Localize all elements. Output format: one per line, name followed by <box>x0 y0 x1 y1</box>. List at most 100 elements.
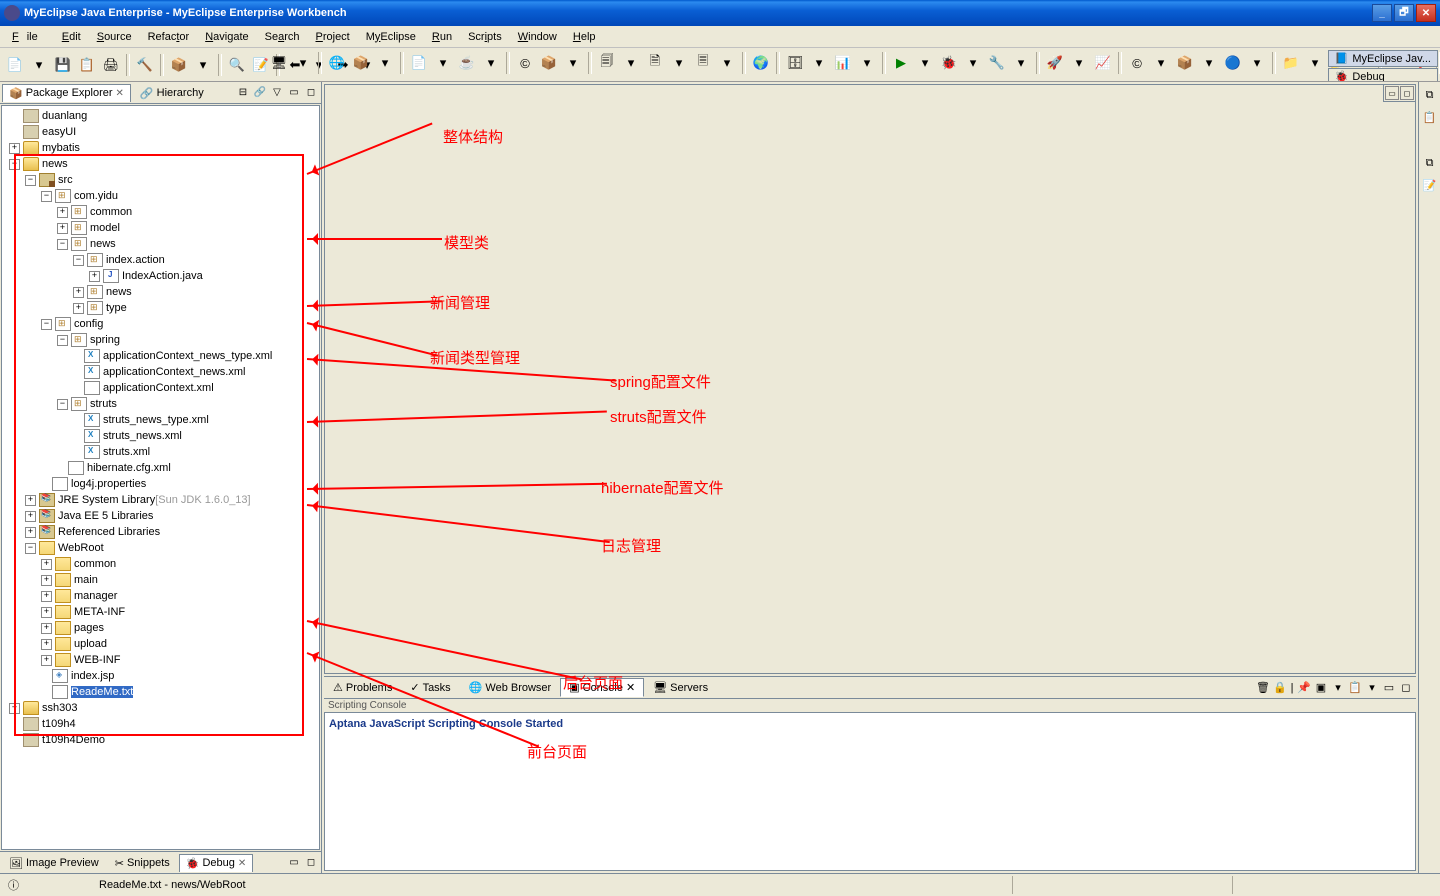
menu-run[interactable]: Run <box>424 29 460 45</box>
minimize-icon[interactable]: ▭ <box>286 85 302 101</box>
dropdown-icon[interactable]: ▾ <box>1246 52 1268 74</box>
applet-button[interactable]: ☕ <box>456 52 478 74</box>
tree-item[interactable]: t109h4Demo <box>2 732 319 748</box>
tree-item[interactable]: +Referenced Libraries <box>2 524 319 540</box>
dropdown-icon[interactable]: ▾ <box>856 52 878 74</box>
maximize-icon[interactable]: ◻ <box>303 855 319 871</box>
tree-item[interactable]: duanlang <box>2 108 319 124</box>
dropdown-icon[interactable]: ▾ <box>1330 680 1346 696</box>
tab-snippets[interactable]: ✂Snippets <box>108 854 177 872</box>
tree-item[interactable]: +main <box>2 572 319 588</box>
view-menu-icon[interactable]: ▽ <box>269 85 285 101</box>
tree-item[interactable]: ReadeMe.txt <box>2 684 319 700</box>
maximize-icon[interactable]: ◻ <box>1400 86 1414 100</box>
expander-icon[interactable]: + <box>57 207 68 218</box>
dropdown-icon[interactable]: ▾ <box>374 52 396 74</box>
tree-item[interactable]: index.jsp <box>2 668 319 684</box>
menu-myeclipse[interactable]: MyEclipse <box>358 29 424 45</box>
perspective-debug[interactable]: 🐞Debug <box>1328 68 1438 82</box>
tree-item[interactable]: +pages <box>2 620 319 636</box>
collapse-all-icon[interactable]: ⊟ <box>235 85 251 101</box>
web-button[interactable]: 🌍 <box>750 52 772 74</box>
tree-item[interactable]: −struts <box>2 396 319 412</box>
outline-icon[interactable]: 📋 <box>1421 108 1439 126</box>
tree-item[interactable]: −spring <box>2 332 319 348</box>
tree-item[interactable]: +META-INF <box>2 604 319 620</box>
tree-item[interactable]: struts_news_type.xml <box>2 412 319 428</box>
save-all-button[interactable]: 📋 <box>76 54 98 76</box>
tree-item[interactable]: +ssh303 <box>2 700 319 716</box>
tree-item[interactable]: +model <box>2 220 319 236</box>
perspective-myeclipse[interactable]: 📘MyEclipse Jav... <box>1328 50 1438 67</box>
expander-icon[interactable]: + <box>73 303 84 314</box>
class-button[interactable]: © <box>514 52 536 74</box>
dropdown-icon[interactable]: ▾ <box>914 52 936 74</box>
restore-icon[interactable]: ⧉ <box>1421 154 1439 172</box>
tree-item[interactable]: applicationContext_news_type.xml <box>2 348 319 364</box>
expander-icon[interactable]: + <box>41 607 52 618</box>
new-interface-button[interactable]: 🔵 <box>1222 52 1244 74</box>
menu-scripts[interactable]: Scripts <box>460 29 510 45</box>
tree-item[interactable]: hibernate.cfg.xml <box>2 460 319 476</box>
new-dropdown-icon[interactable]: ▾ <box>28 54 50 76</box>
dropdown-icon[interactable]: ▾ <box>668 52 690 74</box>
minimize-button[interactable]: _ <box>1372 4 1392 22</box>
external-button[interactable]: 🔧 <box>986 52 1008 74</box>
menu-search[interactable]: Search <box>257 29 308 45</box>
restore-button[interactable]: 🗗 <box>1394 4 1414 22</box>
tree-item[interactable]: +news <box>2 284 319 300</box>
expander-icon[interactable]: + <box>25 527 36 538</box>
close-tab-icon[interactable]: ✕ <box>238 858 246 869</box>
tree-item[interactable]: −src <box>2 172 319 188</box>
expander-icon[interactable]: − <box>25 175 36 186</box>
open-console-button[interactable]: 📋 <box>1347 680 1363 696</box>
menu-project[interactable]: Project <box>308 29 358 45</box>
dropdown-icon[interactable]: ▾ <box>1150 52 1172 74</box>
display-button[interactable]: ▣ <box>1313 680 1329 696</box>
menu-file[interactable]: File <box>4 29 54 45</box>
dropdown-icon[interactable]: ▾ <box>480 52 502 74</box>
expander-icon[interactable]: − <box>57 239 68 250</box>
dropdown-icon[interactable]: ▾ <box>962 52 984 74</box>
dropdown-icon[interactable]: ▾ <box>192 54 214 76</box>
folder-button[interactable]: 📁 <box>1280 52 1302 74</box>
tree-item[interactable]: +JRE System Library [Sun JDK 1.6.0_13] <box>2 492 319 508</box>
tab-servers[interactable]: 🖥Servers <box>644 678 717 697</box>
link-editor-icon[interactable]: 🔗 <box>252 85 268 101</box>
expander-icon[interactable]: + <box>41 623 52 634</box>
tree-item[interactable]: −config <box>2 316 319 332</box>
debug-button[interactable]: 🐞 <box>938 52 960 74</box>
menu-refactor[interactable]: Refactor <box>140 29 198 45</box>
tree-item[interactable]: −news <box>2 156 319 172</box>
expander-icon[interactable]: − <box>9 159 20 170</box>
tab-package-explorer[interactable]: 📦 Package Explorer ✕ <box>2 84 131 102</box>
dropdown-icon[interactable]: ▾ <box>562 52 584 74</box>
print-button[interactable]: 🖨 <box>100 54 122 76</box>
run-button[interactable]: ▶ <box>890 52 912 74</box>
sql-button[interactable]: 📊 <box>832 52 854 74</box>
tab-debug[interactable]: 🐞Debug✕ <box>179 854 254 872</box>
expander-icon[interactable]: + <box>25 511 36 522</box>
tab-tasks[interactable]: ✓Tasks <box>401 678 459 697</box>
expander-icon[interactable]: − <box>41 191 52 202</box>
tree-item[interactable]: +Java EE 5 Libraries <box>2 508 319 524</box>
restore-icon[interactable]: ⧉ <box>1421 86 1439 104</box>
expander-icon[interactable]: + <box>41 639 52 650</box>
properties-icon[interactable]: 📝 <box>1421 176 1439 194</box>
tree-item[interactable]: log4j.properties <box>2 476 319 492</box>
expander-icon[interactable]: + <box>41 655 52 666</box>
tree-item[interactable]: applicationContext.xml <box>2 380 319 396</box>
console-body[interactable]: Aptana JavaScript Scripting Console Star… <box>324 712 1416 871</box>
dropdown-icon[interactable]: ▾ <box>808 52 830 74</box>
server-button[interactable]: 🖥 <box>268 52 290 74</box>
dropdown-icon[interactable]: ▾ <box>620 52 642 74</box>
maximize-icon[interactable]: ◻ <box>303 85 319 101</box>
tree-item[interactable]: easyUI <box>2 124 319 140</box>
profile-button[interactable]: 📈 <box>1092 52 1114 74</box>
expander-icon[interactable]: − <box>57 335 68 346</box>
tree-item[interactable]: −index.action <box>2 252 319 268</box>
xsd-button[interactable]: 🗏 <box>692 52 714 74</box>
editor-area[interactable]: ▭ ◻ <box>324 84 1416 674</box>
deploy-button[interactable]: 🌐 <box>326 52 348 74</box>
tree-item[interactable]: +upload <box>2 636 319 652</box>
